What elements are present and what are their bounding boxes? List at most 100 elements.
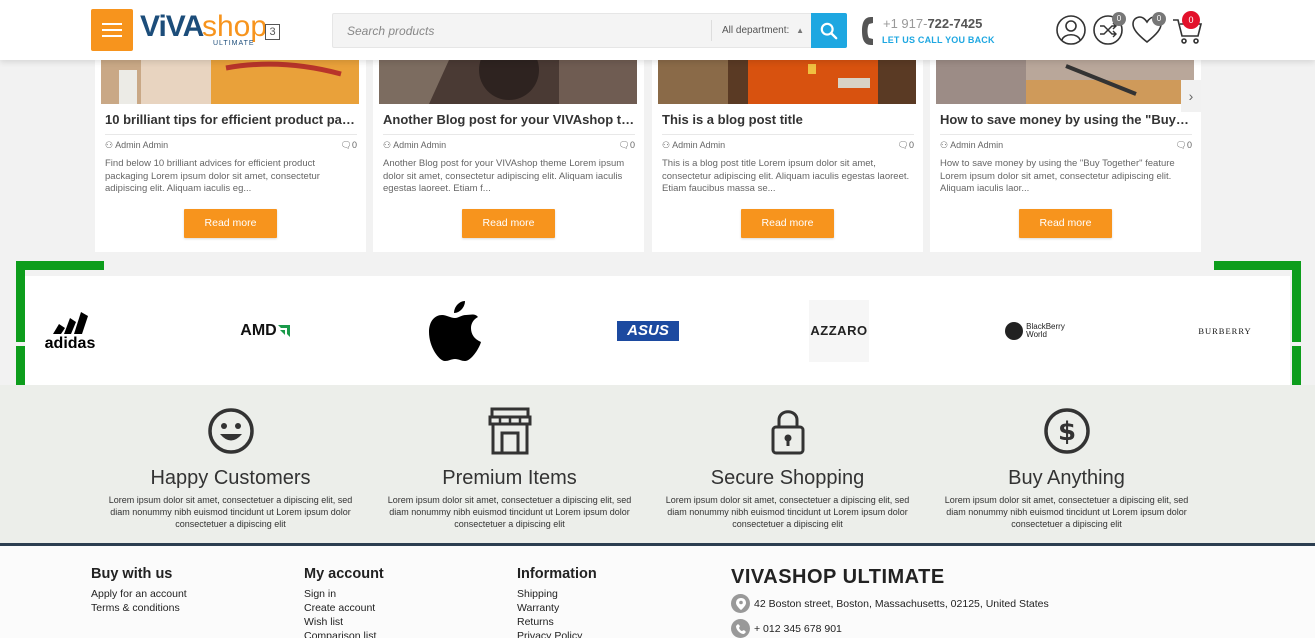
footer-link[interactable]: Comparison list — [304, 629, 384, 638]
site-footer: Buy with us Apply for an account Terms &… — [0, 543, 1315, 638]
wishlist-count-badge: 0 — [1152, 12, 1166, 26]
blog-title[interactable]: 10 brilliant tips for efficient product … — [105, 112, 357, 127]
hamburger-menu-button[interactable] — [91, 9, 133, 51]
footer-company-name: VIVASHOP ULTIMATE — [731, 566, 945, 588]
blog-card: This is a blog post title ⚇ Admin Admin … — [652, 60, 923, 252]
compare-count-badge: 0 — [1112, 12, 1126, 26]
blog-card: How to save money by using the "Buy To..… — [930, 60, 1201, 252]
blog-meta: ⚇ Admin Admin 🗨0 — [662, 134, 914, 151]
azzaro-logo: AZZARO — [809, 299, 869, 362]
blog-card: Another Blog post for your VIVAshop the.… — [373, 60, 644, 252]
footer-col-information: Information Shipping Warranty Returns Pr… — [517, 566, 597, 638]
phone-circle-icon — [731, 619, 750, 638]
footer-phone: + 012 345 678 901 — [731, 619, 842, 638]
footer-link[interactable]: Terms & conditions — [91, 601, 187, 615]
location-pin-icon — [731, 594, 750, 613]
blackberry-logo: BlackBerry World — [1026, 322, 1065, 339]
footer-link[interactable]: Create account — [304, 601, 384, 615]
apple-logo-icon — [429, 300, 481, 361]
brand-azzaro[interactable]: AZZARO — [809, 276, 869, 385]
corner-bracket-top-right — [1214, 261, 1301, 342]
footer-link[interactable]: Apply for an account — [91, 587, 187, 601]
logo-shop: shop — [202, 10, 268, 43]
blog-description: Find below 10 brilliant advices for effi… — [105, 158, 320, 194]
blog-author[interactable]: Admin Admin — [672, 140, 725, 150]
corner-bracket-top-left — [16, 261, 104, 342]
blog-title[interactable]: How to save money by using the "Buy To..… — [940, 112, 1192, 127]
blog-image[interactable] — [379, 60, 637, 104]
address-text: 42 Boston street, Boston, Massachusetts,… — [754, 597, 1049, 610]
footer-link[interactable]: Sign in — [304, 587, 384, 601]
logo-ultimate: ULTIMATE — [213, 40, 255, 47]
blog-meta: ⚇ Admin Admin 🗨0 — [383, 134, 635, 151]
blog-title[interactable]: Another Blog post for your VIVAshop the.… — [383, 112, 635, 127]
blog-image[interactable] — [936, 60, 1194, 104]
brand-asus[interactable]: ASUS — [613, 276, 683, 385]
carousel-next-button[interactable]: › — [1181, 80, 1201, 112]
footer-link[interactable]: Returns — [517, 615, 597, 629]
footer-link[interactable]: Privacy Policy — [517, 629, 597, 638]
footer-link[interactable]: Shipping — [517, 587, 597, 601]
blog-description: Another Blog post for your VIVAshop them… — [383, 158, 625, 194]
select-arrows-icon: ▲ — [796, 26, 804, 35]
read-more-button[interactable]: Read more — [462, 209, 555, 238]
footer-link[interactable]: Wish list — [304, 615, 384, 629]
read-more-button[interactable]: Read more — [741, 209, 834, 238]
menu-line-icon — [102, 35, 122, 37]
logo-viva: ViVA — [140, 10, 204, 43]
blog-image[interactable] — [101, 60, 359, 104]
search-bar: All department: ▲ — [332, 13, 847, 48]
read-more-button[interactable]: Read more — [1019, 209, 1112, 238]
logo-version: 3 — [265, 24, 280, 40]
smiley-icon — [208, 408, 254, 454]
user-icon: ⚇ — [662, 140, 671, 150]
footer-col-buy-with-us: Buy with us Apply for an account Terms &… — [91, 566, 187, 615]
features-section: Happy Customers Lorem ipsum dolor sit am… — [0, 385, 1315, 543]
feature-description: Lorem ipsum dolor sit amet, consectetuer… — [387, 495, 632, 529]
blog-description: How to save money by using the "Buy Toge… — [940, 158, 1175, 194]
feature-description: Lorem ipsum dolor sit amet, consectetuer… — [108, 495, 353, 529]
blog-description: This is a blog post title Lorem ipsum do… — [662, 158, 910, 194]
blog-comments[interactable]: 🗨0 — [1176, 140, 1192, 151]
footer-heading: Buy with us — [91, 566, 173, 582]
blog-comments[interactable]: 🗨0 — [898, 140, 914, 151]
blog-meta: ⚇ Admin Admin 🗨0 — [105, 134, 357, 151]
feature-title: Secure Shopping — [710, 467, 865, 489]
brand-blackberry[interactable]: BlackBerry World — [1000, 276, 1070, 385]
search-button[interactable] — [811, 13, 847, 48]
search-icon — [820, 22, 838, 39]
account-icon[interactable] — [1055, 14, 1087, 46]
brand-carousel: adidas AMD ASUS AZZARO BlackBerry World B… — [25, 276, 1290, 385]
padlock-icon — [771, 410, 805, 455]
brand-amd[interactable]: AMD — [220, 276, 310, 385]
blog-author[interactable]: Admin Admin — [393, 140, 446, 150]
comment-icon: 🗨 — [1175, 140, 1187, 150]
brand-apple[interactable] — [420, 276, 490, 385]
phone-text[interactable]: + 012 345 678 901 — [754, 623, 842, 635]
blog-author[interactable]: Admin Admin — [115, 140, 168, 150]
amd-arrow-icon — [277, 324, 290, 337]
footer-heading: Information — [517, 566, 597, 582]
blog-author[interactable]: Admin Admin — [950, 140, 1003, 150]
dollar-icon: $ — [1044, 408, 1090, 454]
blog-meta: ⚇ Admin Admin 🗨0 — [940, 134, 1192, 151]
footer-link[interactable]: Warranty — [517, 601, 597, 615]
comment-icon: 🗨 — [618, 140, 630, 150]
blog-comments[interactable]: 🗨0 — [341, 140, 357, 151]
feature-title: Happy Customers — [150, 467, 311, 489]
phone-number[interactable]: +1 917-722-7425 — [883, 16, 982, 31]
read-more-button[interactable]: Read more — [184, 209, 277, 238]
phone-main: 722-7425 — [927, 16, 983, 31]
footer-heading: My account — [304, 566, 384, 582]
comment-icon: 🗨 — [897, 140, 909, 150]
call-back-link[interactable]: LET US CALL YOU BACK — [882, 35, 995, 45]
blog-image[interactable] — [658, 60, 916, 104]
cart-count-badge: 0 — [1182, 11, 1200, 29]
footer-col-my-account: My account Sign in Create account Wish l… — [304, 566, 384, 638]
search-input[interactable] — [333, 14, 711, 47]
user-icon: ⚇ — [940, 140, 949, 150]
blog-comments[interactable]: 🗨0 — [619, 140, 635, 151]
blog-title[interactable]: This is a blog post title — [662, 112, 914, 127]
department-select[interactable]: All department: ▲ — [711, 20, 812, 41]
asus-logo: ASUS — [617, 320, 679, 341]
